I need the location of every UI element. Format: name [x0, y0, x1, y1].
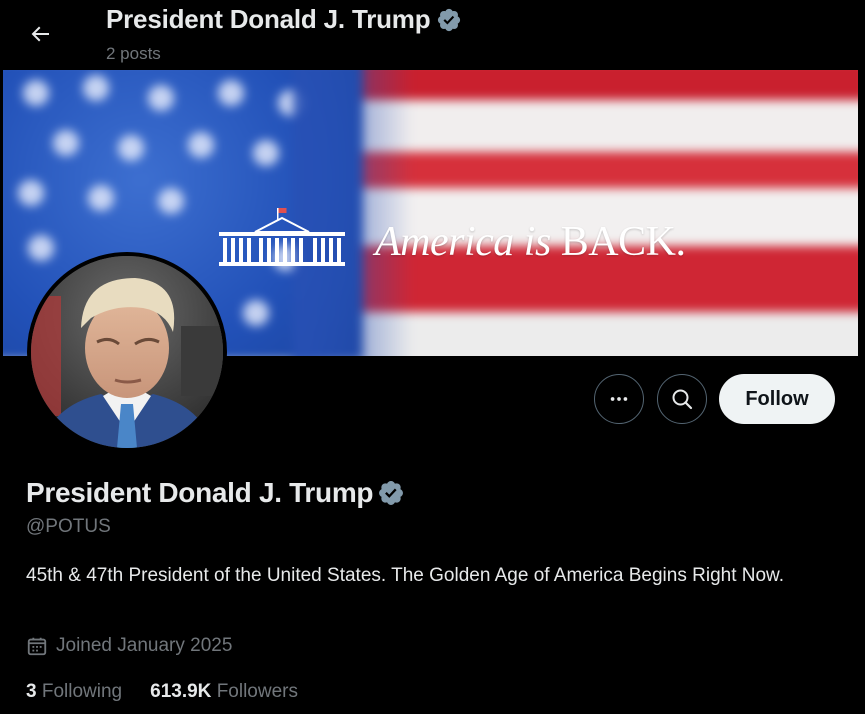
avatar[interactable] — [27, 252, 227, 452]
followers-link[interactable]: 613.9K Followers — [150, 681, 298, 703]
calendar-icon — [27, 637, 47, 656]
profile-name: President Donald J. Trump — [26, 477, 405, 509]
following-count: 3 — [26, 681, 37, 702]
profile-handle: @POTUS — [26, 516, 111, 537]
arrow-left-icon — [31, 26, 49, 42]
back-button[interactable] — [20, 14, 60, 54]
more-button[interactable] — [594, 374, 644, 424]
joined-date: Joined January 2025 — [26, 635, 232, 657]
banner-slogan-italic: America is — [375, 219, 551, 265]
post-count: 2 posts — [106, 44, 161, 63]
banner-slogan: America is BACK. — [375, 218, 686, 266]
white-house-logo — [219, 208, 345, 266]
profile-name-text: President Donald J. Trump — [26, 477, 374, 508]
following-label: Following — [41, 681, 123, 702]
verified-badge-icon — [438, 8, 461, 31]
search-button[interactable] — [657, 374, 707, 424]
follow-button[interactable]: Follow — [719, 374, 835, 424]
search-icon — [672, 389, 693, 410]
joined-text: Joined January 2025 — [56, 635, 233, 656]
top-bar: President Donald J. Trump 2 posts — [0, 0, 865, 70]
profile-bio: 45th & 47th President of the United Stat… — [26, 565, 784, 586]
followers-label: Followers — [216, 681, 298, 702]
header-title: President Donald J. Trump — [106, 4, 462, 35]
followers-count: 613.9K — [150, 681, 212, 702]
avatar-photo — [31, 256, 223, 448]
verified-badge-icon[interactable] — [377, 479, 405, 507]
banner-slogan-caps: BACK. — [560, 219, 686, 265]
follow-stats: 3 Following 613.9K Followers — [26, 681, 326, 703]
header-name: President Donald J. Trump — [106, 4, 431, 34]
more-icon — [610, 397, 628, 401]
following-link[interactable]: 3 Following — [26, 681, 122, 703]
